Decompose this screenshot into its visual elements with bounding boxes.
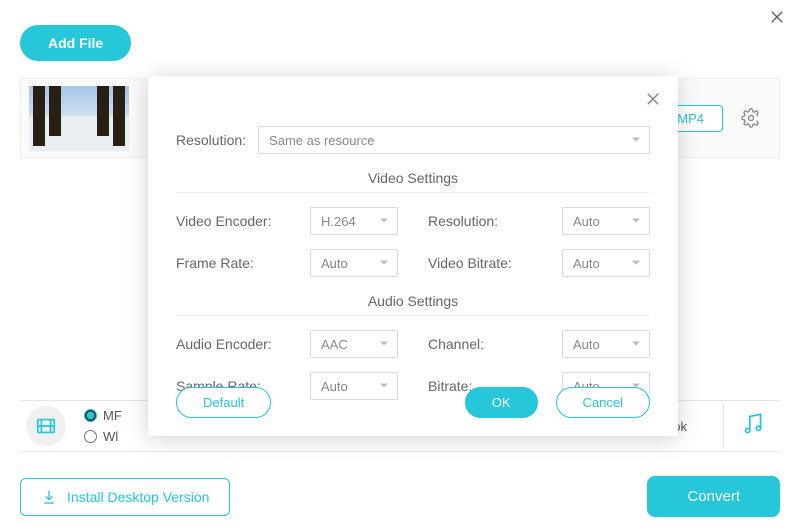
channel-select[interactable]: Auto bbox=[562, 330, 650, 358]
audio-encoder-select[interactable]: AAC bbox=[310, 330, 398, 358]
video-resolution-label: Resolution: bbox=[428, 213, 498, 229]
ok-button[interactable]: OK bbox=[465, 387, 538, 418]
download-icon bbox=[41, 489, 57, 505]
video-encoder-select[interactable]: H.264 bbox=[310, 207, 398, 235]
default-button[interactable]: Default bbox=[176, 387, 271, 418]
app-close-icon[interactable] bbox=[768, 8, 786, 31]
install-desktop-button[interactable]: Install Desktop Version bbox=[20, 478, 230, 516]
format-radio-2-input[interactable] bbox=[84, 430, 97, 443]
audio-encoder-label: Audio Encoder: bbox=[176, 336, 272, 352]
resolution-main-value: Same as resource bbox=[269, 133, 375, 148]
chevron-down-icon bbox=[631, 133, 641, 148]
frame-rate-select[interactable]: Auto bbox=[310, 249, 398, 277]
chevron-down-icon bbox=[631, 214, 641, 229]
dialog-close-icon[interactable] bbox=[644, 90, 662, 113]
frame-rate-label: Frame Rate: bbox=[176, 255, 254, 271]
settings-dialog: Resolution: Same as resource Video Setti… bbox=[148, 76, 678, 436]
video-resolution-select[interactable]: Auto bbox=[562, 207, 650, 235]
chevron-down-icon bbox=[379, 256, 389, 271]
audio-tab-icon[interactable] bbox=[740, 411, 766, 442]
tab-divider bbox=[723, 403, 724, 449]
chevron-down-icon bbox=[379, 337, 389, 352]
video-thumbnail[interactable] bbox=[29, 86, 129, 151]
chevron-down-icon bbox=[379, 214, 389, 229]
video-encoder-label: Video Encoder: bbox=[176, 213, 271, 229]
format-radio-1-input[interactable] bbox=[84, 409, 97, 422]
chevron-down-icon bbox=[631, 256, 641, 271]
convert-button[interactable]: Convert bbox=[647, 476, 780, 517]
settings-gear-icon[interactable] bbox=[737, 104, 765, 132]
format-radio-1-label: MF bbox=[103, 408, 122, 423]
audio-settings-heading: Audio Settings bbox=[176, 293, 650, 316]
chevron-down-icon bbox=[631, 337, 641, 352]
resolution-main-select[interactable]: Same as resource bbox=[258, 126, 650, 154]
video-bitrate-label: Video Bitrate: bbox=[428, 255, 512, 271]
format-radio-1[interactable]: MF bbox=[84, 408, 122, 423]
footer: Install Desktop Version Convert bbox=[20, 476, 780, 517]
add-file-button[interactable]: Add File bbox=[20, 25, 131, 61]
video-tab-icon[interactable] bbox=[26, 406, 66, 446]
resolution-main-label: Resolution: bbox=[176, 132, 246, 148]
install-desktop-label: Install Desktop Version bbox=[67, 489, 209, 505]
cancel-button[interactable]: Cancel bbox=[556, 387, 650, 418]
format-radio-2-label: Wl bbox=[103, 429, 118, 444]
video-bitrate-select[interactable]: Auto bbox=[562, 249, 650, 277]
video-settings-heading: Video Settings bbox=[176, 170, 650, 193]
channel-label: Channel: bbox=[428, 336, 484, 352]
format-radio-2[interactable]: Wl bbox=[84, 429, 122, 444]
